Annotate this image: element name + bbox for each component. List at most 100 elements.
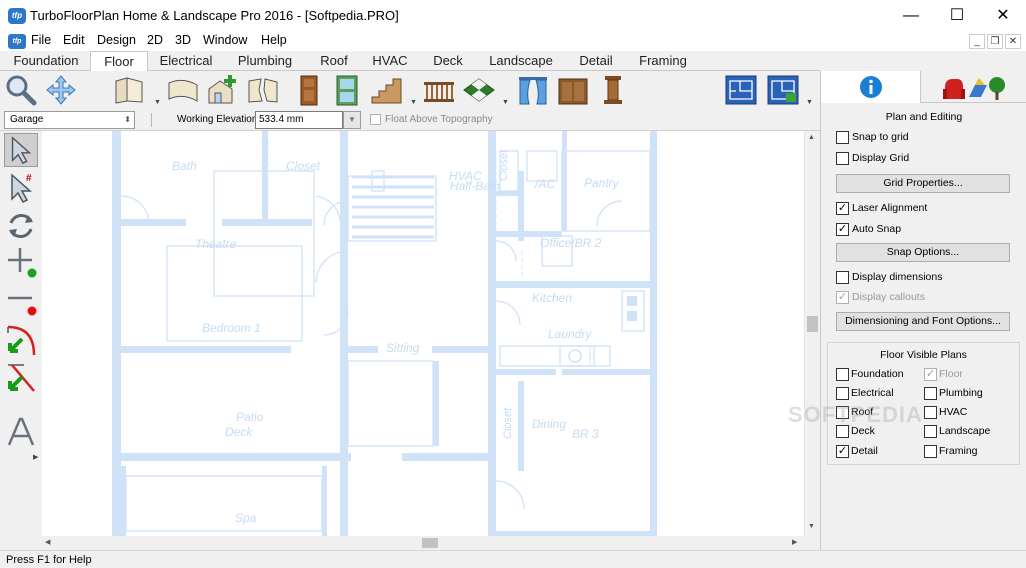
tab-objects[interactable]	[921, 71, 1026, 103]
fvp-floor-checkbox[interactable]: ✓	[924, 368, 937, 381]
zoom-icon[interactable]	[4, 73, 38, 107]
tab-framing[interactable]: Framing	[632, 51, 694, 71]
railing-icon[interactable]	[422, 73, 456, 107]
room-label: Bedroom 1	[202, 321, 261, 335]
more-tools-arrow[interactable]: ▶	[33, 453, 38, 461]
stairs-icon[interactable]	[370, 73, 404, 107]
maximize-button[interactable]: ☐	[934, 0, 980, 32]
tab-foundation[interactable]: Foundation	[4, 51, 88, 71]
menu-edit[interactable]: Edit	[63, 33, 85, 47]
select-node-icon[interactable]: #	[4, 171, 38, 205]
select-arrow-icon[interactable]	[4, 133, 38, 167]
scroll-up-icon[interactable]: ▲	[808, 134, 815, 141]
floor-plan-canvas[interactable]: Bath Closet HVAC Half-Bath Closet /AC Pa…	[42, 131, 804, 536]
horizontal-scroll-thumb[interactable]	[422, 538, 438, 548]
tab-plan-info[interactable]	[821, 71, 921, 103]
divider	[151, 113, 152, 127]
scroll-left-icon[interactable]: ◀	[45, 538, 50, 546]
fvp-landscape-checkbox[interactable]	[924, 425, 937, 438]
blueprint-3d-icon[interactable]	[766, 73, 800, 107]
tab-electrical[interactable]: Electrical	[150, 51, 222, 71]
tab-deck[interactable]: Deck	[424, 51, 472, 71]
door-icon[interactable]	[292, 73, 326, 107]
properties-panel: Plan and Editing Snap to grid Display Gr…	[820, 71, 1026, 550]
mdi-restore-button[interactable]: ❐	[987, 34, 1003, 49]
vertical-scroll-thumb[interactable]	[807, 316, 818, 332]
stairs-dropdown-arrow[interactable]: ▼	[410, 99, 418, 106]
scroll-right-icon[interactable]: ▶	[792, 538, 797, 546]
text-tool-icon[interactable]	[4, 415, 38, 449]
menu-2d[interactable]: 2D	[147, 33, 163, 47]
flooring-dropdown-arrow[interactable]: ▼	[502, 99, 510, 106]
tab-landscape[interactable]: Landscape	[482, 51, 560, 71]
display-grid-checkbox[interactable]	[836, 152, 849, 165]
arc-tool-icon[interactable]	[4, 323, 38, 357]
floor-visible-plans-title: Floor Visible Plans	[880, 349, 967, 361]
wall-tool-icon[interactable]	[112, 73, 146, 107]
mdi-close-button[interactable]: ✕	[1005, 34, 1021, 49]
app-logo-icon: tfp	[8, 8, 26, 24]
fvp-electrical-label: Electrical	[851, 387, 894, 399]
room-label: Closet	[498, 149, 510, 181]
fvp-plumbing-label: Plumbing	[939, 387, 983, 399]
break-wall-icon[interactable]	[246, 73, 280, 107]
split-line-icon[interactable]	[4, 361, 38, 395]
horizontal-scrollbar[interactable]: ◀ ▶	[42, 536, 804, 550]
menu-file[interactable]: File	[31, 33, 51, 47]
tab-detail[interactable]: Detail	[570, 51, 622, 71]
room-label: BR 3	[572, 427, 599, 441]
fvp-hvac-checkbox[interactable]	[924, 406, 937, 419]
view-dropdown-arrow[interactable]: ▼	[806, 99, 814, 106]
display-dimensions-checkbox[interactable]	[836, 271, 849, 284]
window-icon[interactable]	[330, 73, 364, 107]
curved-wall-icon[interactable]	[166, 73, 200, 107]
tab-hvac[interactable]: HVAC	[366, 51, 414, 71]
status-bar: Press F1 for Help	[0, 550, 1026, 568]
rotate-icon[interactable]	[4, 209, 38, 243]
float-above-topography-checkbox[interactable]	[370, 114, 381, 125]
fvp-plumbing-checkbox[interactable]	[924, 387, 937, 400]
grid-properties-button[interactable]: Grid Properties...	[836, 174, 1010, 193]
flooring-icon[interactable]	[462, 73, 496, 107]
remove-point-icon[interactable]	[4, 283, 38, 317]
tab-plumbing[interactable]: Plumbing	[228, 51, 302, 71]
elevation-dropdown-button[interactable]: ▼	[343, 111, 361, 129]
close-button[interactable]: ✕	[980, 0, 1026, 32]
working-elevation-input[interactable]: 533.4 mm	[255, 111, 343, 129]
menu-3d[interactable]: 3D	[175, 33, 191, 47]
snap-options-button[interactable]: Snap Options...	[836, 243, 1010, 262]
wall-dropdown-arrow[interactable]: ▼	[154, 99, 162, 106]
curtain-icon[interactable]	[516, 73, 550, 107]
menu-design[interactable]: Design	[97, 33, 136, 47]
tab-floor[interactable]: Floor	[90, 51, 148, 72]
main-toolbar: ▼ ▼ ▼ ▼	[0, 71, 820, 109]
section-title: Plan and Editing	[885, 111, 963, 123]
cabinet-icon[interactable]	[556, 73, 590, 107]
display-callouts-checkbox[interactable]: ✓	[836, 291, 849, 304]
fvp-detail-checkbox[interactable]: ✓	[836, 445, 849, 458]
document-icon[interactable]: tfp	[8, 34, 26, 49]
mdi-minimize-button[interactable]: _	[969, 34, 985, 49]
scroll-down-icon[interactable]: ▼	[808, 523, 815, 530]
fvp-framing-checkbox[interactable]	[924, 445, 937, 458]
fvp-hvac-label: HVAC	[939, 406, 968, 418]
minimize-button[interactable]: —	[888, 0, 934, 32]
vertical-scrollbar[interactable]: ▲ ▼	[804, 131, 819, 536]
auto-snap-checkbox[interactable]: ✓	[836, 223, 849, 236]
add-room-icon[interactable]	[206, 73, 240, 107]
pan-icon[interactable]	[44, 73, 78, 107]
column-icon[interactable]	[596, 73, 630, 107]
fvp-electrical-checkbox[interactable]	[836, 387, 849, 400]
add-point-icon[interactable]	[4, 245, 38, 279]
snap-to-grid-checkbox[interactable]	[836, 131, 849, 144]
tab-roof[interactable]: Roof	[312, 51, 356, 71]
laser-alignment-checkbox[interactable]: ✓	[836, 202, 849, 215]
plan-tabs: Foundation Floor Electrical Plumbing Roo…	[0, 51, 820, 72]
dimensioning-font-options-button[interactable]: Dimensioning and Font Options...	[836, 312, 1010, 331]
blueprint-view-icon[interactable]	[724, 73, 758, 107]
fvp-foundation-checkbox[interactable]	[836, 368, 849, 381]
menu-help[interactable]: Help	[261, 33, 287, 47]
menu-window[interactable]: Window	[203, 33, 247, 47]
room-label: Closet	[502, 407, 514, 439]
layer-select[interactable]: Garage ⬍	[4, 111, 135, 129]
